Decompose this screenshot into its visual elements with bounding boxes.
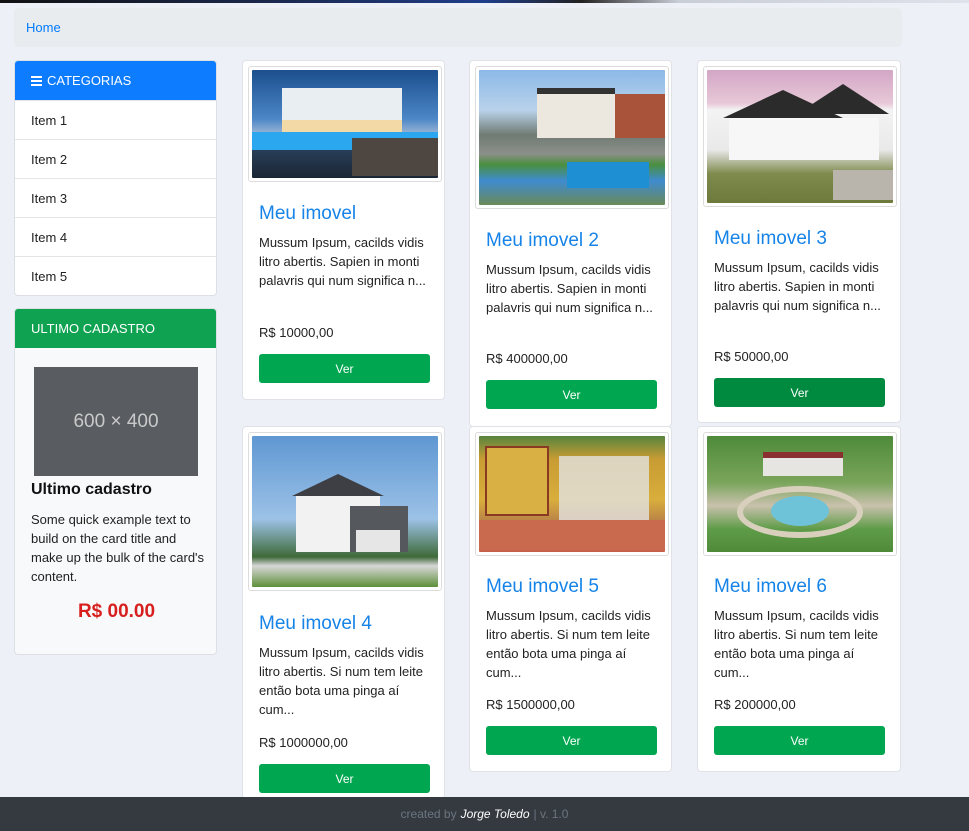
property-price: R$ 10000,00 bbox=[259, 325, 334, 340]
property-image[interactable] bbox=[703, 432, 897, 556]
property-card: Meu imovel Mussum Ipsum, cacilds vidis l… bbox=[242, 60, 445, 400]
property-description: Mussum Ipsum, cacilds vidis litro aberti… bbox=[486, 262, 653, 315]
sidebar-item-4[interactable]: Item 4 bbox=[15, 217, 216, 256]
last-registered-card: ULTIMO CADASTRO 600 × 400 Ultimo cadastr… bbox=[14, 308, 217, 655]
property-price: R$ 400000,00 bbox=[486, 351, 568, 366]
property-card: Meu imovel 3 Mussum Ipsum, cacilds vidis… bbox=[697, 60, 901, 423]
breadcrumb: Home bbox=[14, 8, 902, 47]
categories-header: CATEGORIAS bbox=[15, 61, 216, 100]
property-price: R$ 50000,00 bbox=[714, 349, 789, 364]
footer-author: Jorge Toledo bbox=[460, 807, 530, 821]
sidebar-item-2[interactable]: Item 2 bbox=[15, 139, 216, 178]
view-button[interactable]: Ver bbox=[259, 354, 430, 383]
property-title[interactable]: Meu imovel 3 bbox=[714, 228, 827, 250]
footer-created-by: created by bbox=[400, 807, 457, 821]
property-price: R$ 200000,00 bbox=[714, 697, 796, 712]
last-registered-price: R$ 00.00 bbox=[77, 601, 156, 622]
footer-version: | v. 1.0 bbox=[533, 807, 569, 821]
property-card: Meu imovel 5 Mussum Ipsum, cacilds vidis… bbox=[469, 426, 672, 772]
view-button[interactable]: Ver bbox=[714, 726, 885, 755]
sidebar-item-5[interactable]: Item 5 bbox=[15, 256, 216, 295]
view-button[interactable]: Ver bbox=[714, 378, 885, 407]
property-title[interactable]: Meu imovel 6 bbox=[714, 576, 827, 598]
property-title[interactable]: Meu imovel 2 bbox=[486, 230, 599, 252]
property-description: Mussum Ipsum, cacilds vidis litro aberti… bbox=[259, 235, 426, 288]
property-title[interactable]: Meu imovel 4 bbox=[259, 613, 372, 635]
sidebar-item-3[interactable]: Item 3 bbox=[15, 178, 216, 217]
sidebar-item-1[interactable]: Item 1 bbox=[15, 100, 216, 139]
last-registered-text: Some quick example text to build on the … bbox=[31, 512, 205, 584]
last-registered-header: ULTIMO CADASTRO bbox=[15, 309, 216, 348]
property-description: Mussum Ipsum, cacilds vidis litro aberti… bbox=[714, 260, 881, 313]
property-card: Meu imovel 6 Mussum Ipsum, cacilds vidis… bbox=[697, 426, 901, 772]
property-description: Mussum Ipsum, cacilds vidis litro aberti… bbox=[259, 645, 424, 717]
breadcrumb-home-link[interactable]: Home bbox=[26, 20, 61, 35]
list-icon bbox=[31, 75, 42, 86]
property-image[interactable] bbox=[475, 432, 669, 556]
property-card: Meu imovel 4 Mussum Ipsum, cacilds vidis… bbox=[242, 426, 445, 799]
footer: created by Jorge Toledo | v. 1.0 bbox=[0, 797, 969, 831]
property-image[interactable] bbox=[703, 66, 897, 207]
last-registered-title: Ultimo cadastro bbox=[31, 481, 152, 498]
top-banner-strip bbox=[0, 0, 969, 3]
property-image[interactable] bbox=[248, 66, 442, 182]
categories-card: CATEGORIAS Item 1 Item 2 Item 3 Item 4 I… bbox=[14, 60, 217, 296]
view-button[interactable]: Ver bbox=[486, 726, 657, 755]
property-card: Meu imovel 2 Mussum Ipsum, cacilds vidis… bbox=[469, 60, 672, 427]
view-button[interactable]: Ver bbox=[259, 764, 430, 793]
property-title[interactable]: Meu imovel bbox=[259, 203, 356, 225]
property-title[interactable]: Meu imovel 5 bbox=[486, 576, 599, 598]
view-button[interactable]: Ver bbox=[486, 380, 657, 409]
property-description: Mussum Ipsum, cacilds vidis litro aberti… bbox=[486, 608, 651, 680]
property-image[interactable] bbox=[248, 432, 442, 591]
property-image[interactable] bbox=[475, 66, 669, 209]
property-description: Mussum Ipsum, cacilds vidis litro aberti… bbox=[714, 608, 879, 680]
property-price: R$ 1000000,00 bbox=[259, 735, 348, 750]
property-price: R$ 1500000,00 bbox=[486, 697, 575, 712]
categories-title: CATEGORIAS bbox=[47, 73, 132, 88]
placeholder-image: 600 × 400 bbox=[34, 367, 198, 476]
